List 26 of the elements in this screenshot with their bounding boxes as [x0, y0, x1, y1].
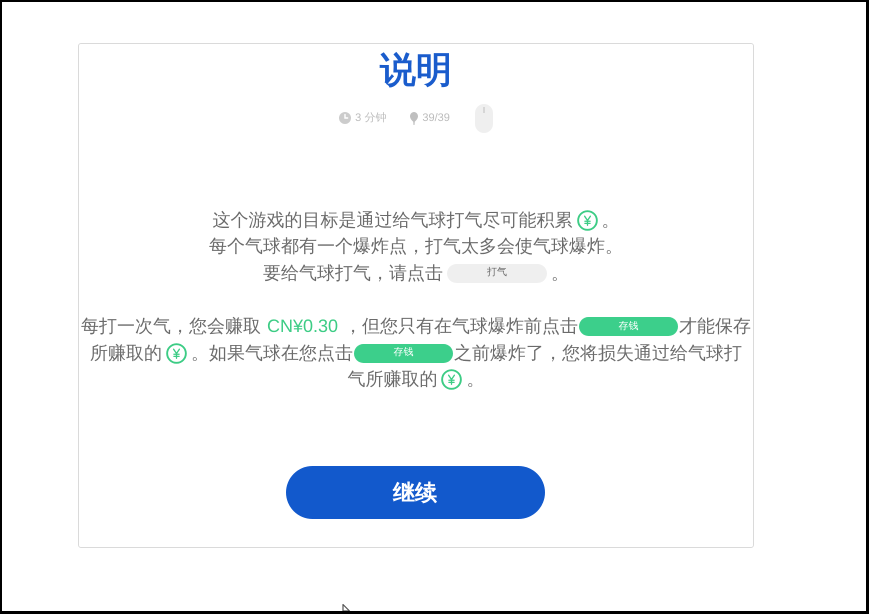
yen-coin-icon — [576, 210, 598, 231]
instruction-text: 之前爆炸了，您将损失通过给气球打 — [454, 342, 742, 365]
pump-button[interactable]: 打气 — [447, 264, 547, 283]
instruction-text: 每打一次气，您会赚取 — [80, 315, 261, 338]
instruction-text: 要给气球打气，请点击 — [263, 262, 443, 285]
instruction-text: 才能保存 — [679, 315, 752, 338]
page-title: 说明 — [380, 48, 452, 92]
instruction-text: 所赚取的 — [90, 342, 162, 365]
instruction-text: ，但您只有在气球爆炸前点击 — [344, 315, 578, 338]
instruction-text: 。 — [466, 368, 484, 392]
instruction-text: 每个气球都有一个爆炸点，打气太多会使气球爆炸。 — [209, 235, 623, 258]
instruction-text: 这个游戏的目标是通过给气球打气尽可能积累 — [212, 208, 572, 232]
mouse-pointer-icon — [342, 604, 352, 611]
instruction-text: 。 — [551, 262, 569, 285]
balloon-count: 39/39 — [422, 110, 450, 126]
yen-coin-icon — [166, 342, 187, 364]
duration-text: 3 分钟 — [355, 110, 386, 126]
mouse-icon — [474, 104, 493, 132]
reward-amount: CN¥0.30 — [266, 315, 338, 338]
balloon-icon — [410, 112, 418, 124]
clock-icon — [339, 112, 352, 124]
yen-coin-icon — [441, 369, 462, 390]
instruction-text: 。如果气球在您点击 — [190, 342, 353, 365]
instruction-text: 气所赚取的 — [347, 368, 438, 392]
instruction-text: 。 — [602, 208, 620, 232]
continue-button[interactable]: 继续 — [286, 466, 544, 519]
